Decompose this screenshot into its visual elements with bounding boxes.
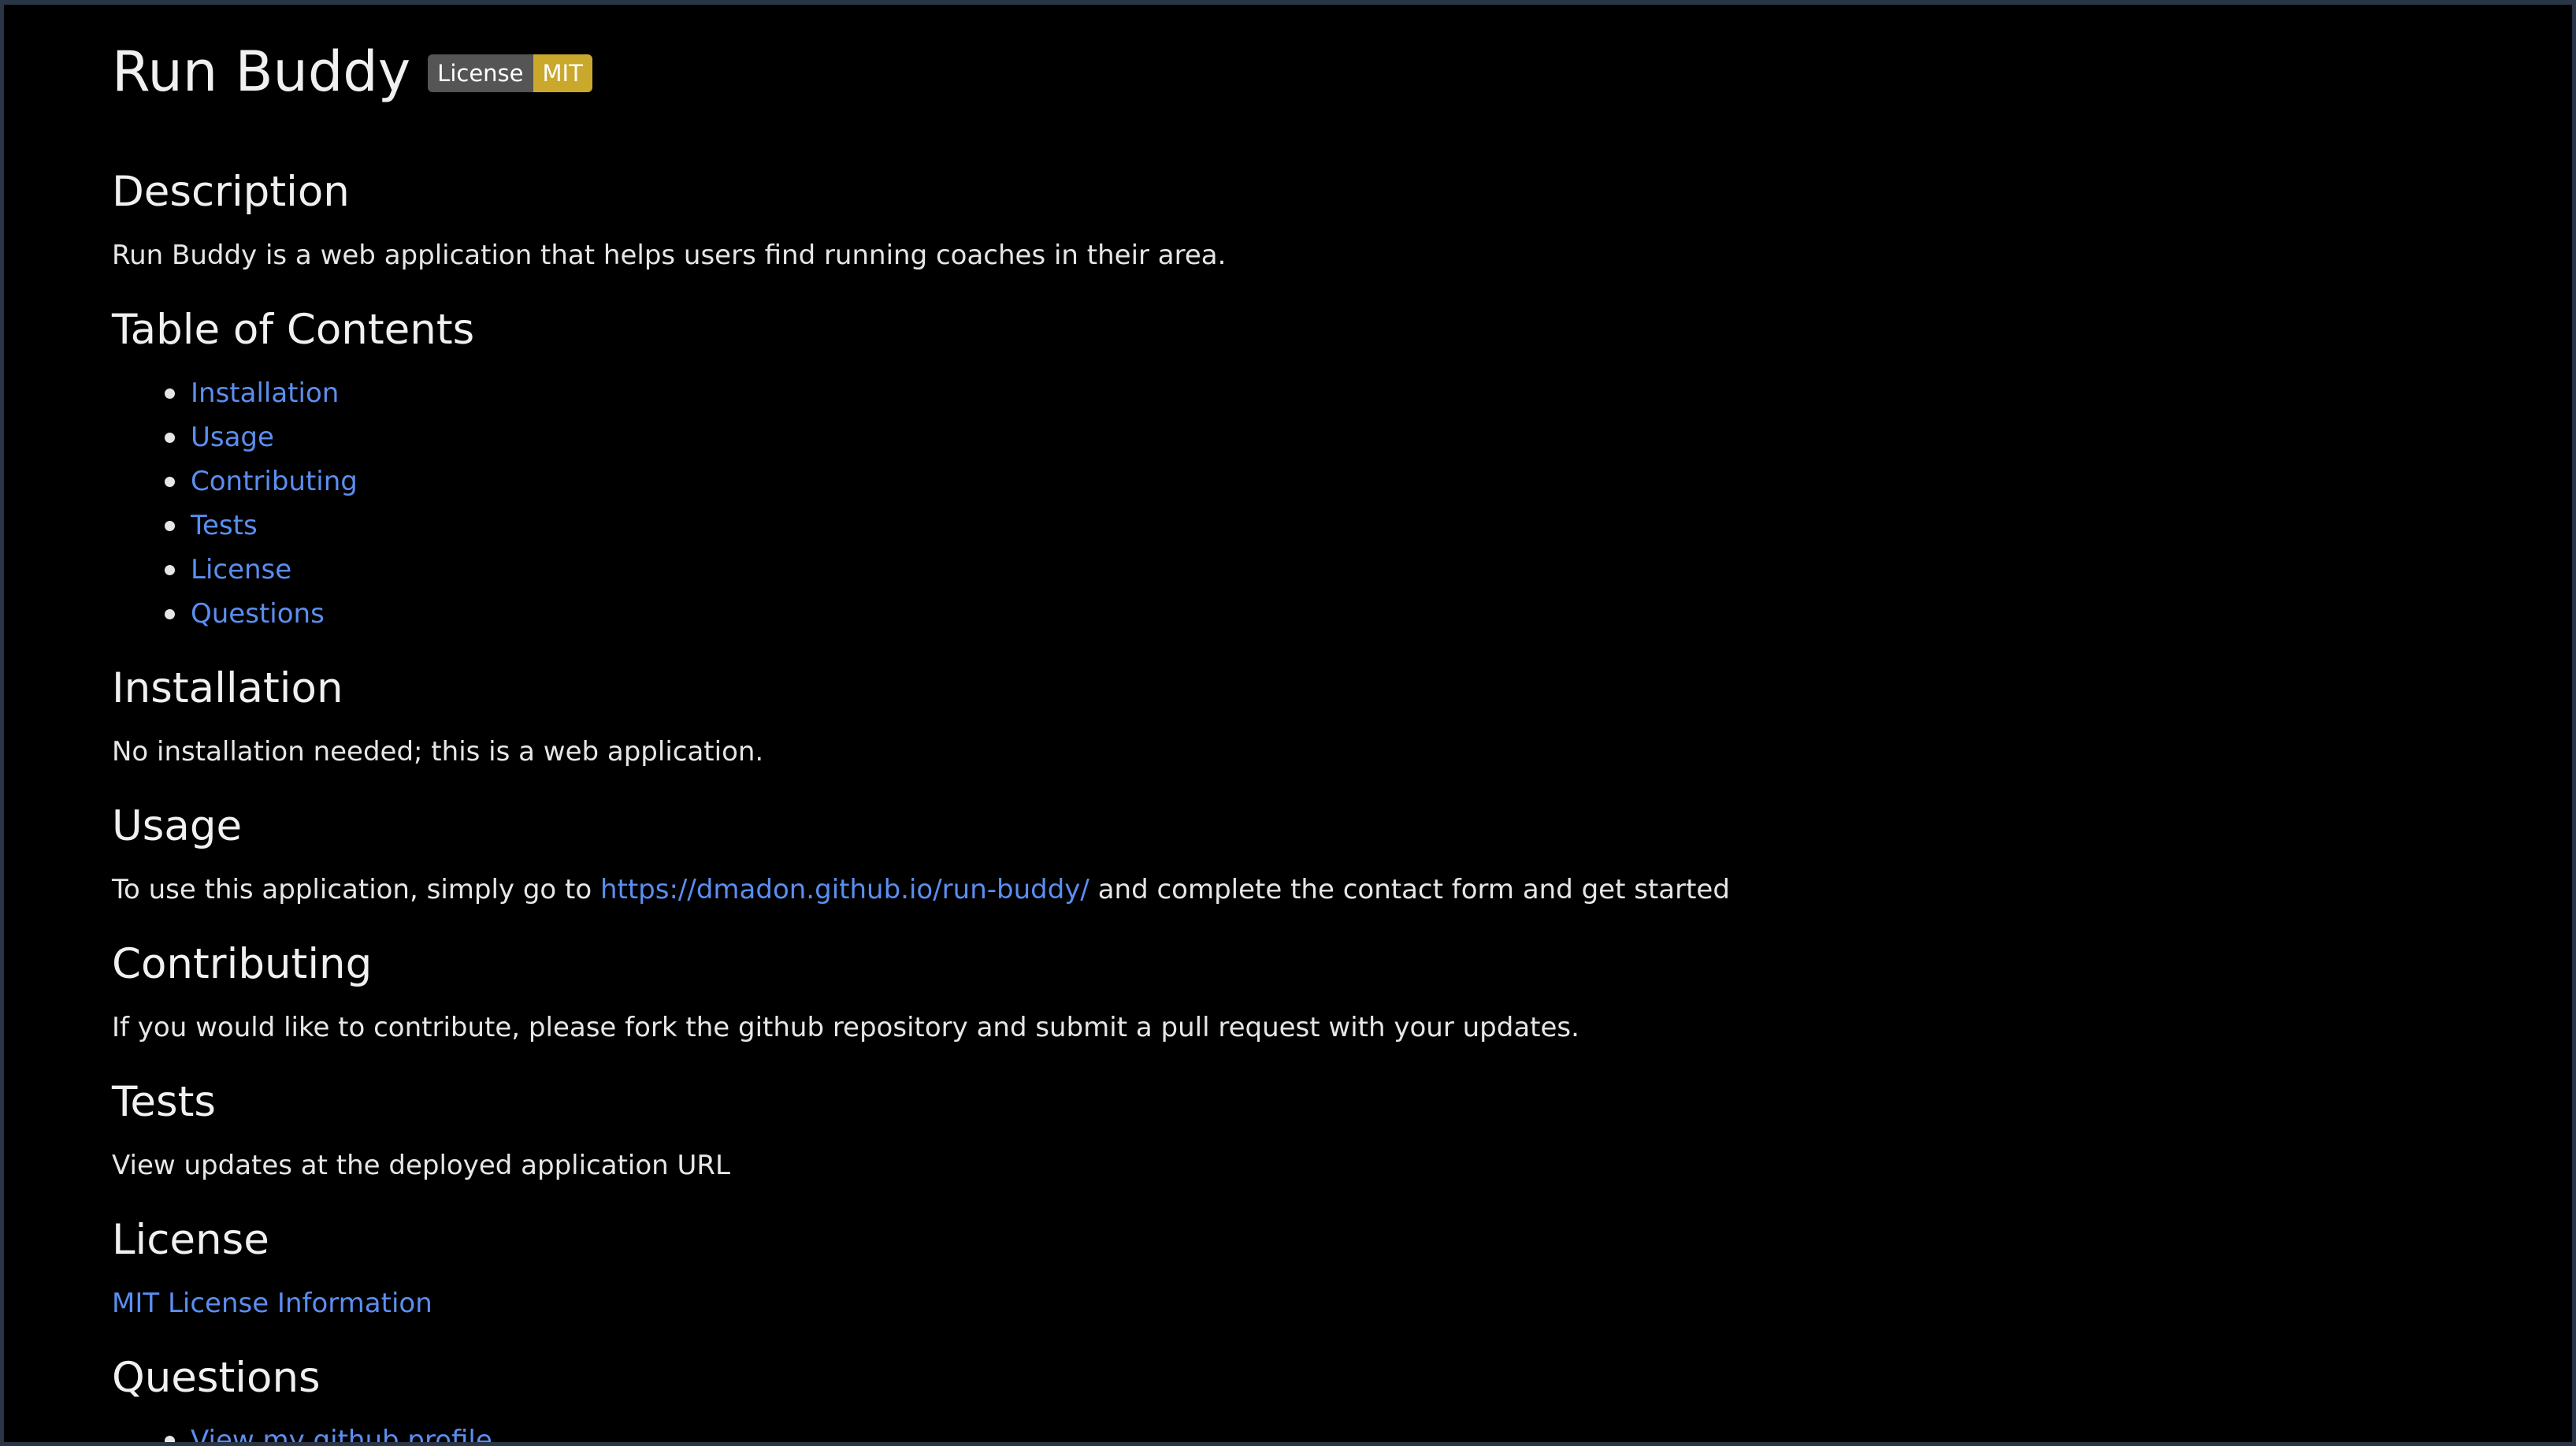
usage-text: To use this application, simply go to ht… [112, 872, 1730, 907]
usage-text-after: and complete the contact form and get st… [1089, 874, 1730, 905]
contributing-heading: Contributing [112, 940, 373, 988]
license-badge-label: License [428, 54, 533, 92]
toc-link-installation[interactable]: Installation [191, 377, 339, 409]
license-badge[interactable]: License MIT [428, 54, 592, 92]
contributing-text: If you would like to contribute, please … [112, 1012, 1579, 1043]
description-heading: Description [112, 168, 350, 216]
usage-link[interactable]: https://dmadon.github.io/run-buddy/ [600, 874, 1089, 905]
toc-list: Installation Usage Contributing Tests Li… [112, 371, 358, 636]
toc-link-contributing[interactable]: Contributing [191, 466, 358, 497]
toc-item-license: License [112, 548, 358, 592]
title-row: Run Buddy License MIT [112, 36, 592, 107]
license-heading: License [112, 1216, 269, 1264]
toc-heading: Table of Contents [112, 306, 475, 354]
installation-heading: Installation [112, 664, 343, 712]
toc-item-questions: Questions [112, 592, 358, 636]
license-info-link[interactable]: MIT License Information [112, 1288, 432, 1319]
usage-text-before: To use this application, simply go to [112, 874, 600, 905]
toc-link-questions[interactable]: Questions [191, 598, 325, 630]
page-title: Run Buddy [112, 39, 411, 104]
description-text: Run Buddy is a web application that help… [112, 240, 1227, 271]
questions-item-github: View my github profile [112, 1418, 492, 1442]
license-text: MIT License Information [112, 1286, 432, 1321]
toc-item-contributing: Contributing [112, 459, 358, 504]
installation-text: No installation needed; this is a web ap… [112, 736, 764, 768]
usage-heading: Usage [112, 802, 243, 850]
license-badge-value: MIT [533, 54, 592, 92]
questions-list: View my github profile [112, 1418, 492, 1442]
toc-link-license[interactable]: License [191, 554, 291, 585]
questions-heading: Questions [112, 1354, 321, 1402]
toc-link-usage[interactable]: Usage [191, 422, 274, 453]
toc-item-installation: Installation [112, 371, 358, 415]
github-profile-link[interactable]: View my github profile [191, 1425, 492, 1442]
toc-item-tests: Tests [112, 504, 358, 548]
tests-text: View updates at the deployed application… [112, 1150, 730, 1181]
window-frame: Run Buddy License MIT Description Run Bu… [0, 0, 2576, 1446]
tests-heading: Tests [112, 1078, 216, 1126]
toc-item-usage: Usage [112, 415, 358, 459]
toc-link-tests[interactable]: Tests [191, 510, 258, 541]
